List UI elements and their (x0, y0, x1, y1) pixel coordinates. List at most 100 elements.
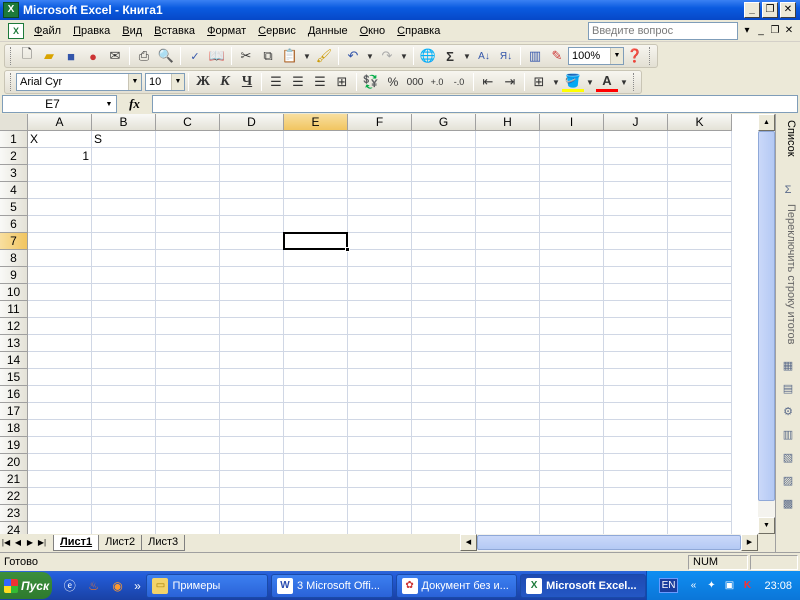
cell-h14[interactable] (476, 352, 540, 369)
cell-e10[interactable] (284, 284, 348, 301)
cell-c20[interactable] (156, 454, 220, 471)
task-button-excel[interactable]: X Microsoft Excel... (520, 573, 646, 598)
cell-e11[interactable] (284, 301, 348, 318)
cell-b3[interactable] (92, 165, 156, 182)
cell-d6[interactable] (220, 216, 284, 233)
cell-b12[interactable] (92, 318, 156, 335)
cell-e24[interactable] (284, 522, 348, 534)
column-header-a[interactable]: A (28, 114, 92, 131)
cell-k21[interactable] (668, 471, 732, 488)
cell-h4[interactable] (476, 182, 540, 199)
undo-dropdown-icon[interactable]: ▼ (364, 46, 376, 66)
cell-e6[interactable] (284, 216, 348, 233)
cell-k15[interactable] (668, 369, 732, 386)
row-header-10[interactable]: 10 (0, 284, 28, 301)
permission-icon[interactable]: ● (82, 46, 104, 66)
cell-c14[interactable] (156, 352, 220, 369)
cell-c24[interactable] (156, 522, 220, 534)
cell-g4[interactable] (412, 182, 476, 199)
cell-e8[interactable] (284, 250, 348, 267)
cell-e13[interactable] (284, 335, 348, 352)
cell-d13[interactable] (220, 335, 284, 352)
cell-d7[interactable] (220, 233, 284, 250)
cell-i3[interactable] (540, 165, 604, 182)
cell-f4[interactable] (348, 182, 412, 199)
sheet-tab-1[interactable]: Лист1 (53, 534, 100, 551)
cell-c3[interactable] (156, 165, 220, 182)
italic-button[interactable]: К (214, 72, 236, 92)
cell-a13[interactable] (28, 335, 92, 352)
cell-h11[interactable] (476, 301, 540, 318)
fire-icon[interactable]: ♨ (84, 576, 104, 596)
cell-h17[interactable] (476, 403, 540, 420)
decrease-indent-icon[interactable]: ⇤ (477, 72, 499, 92)
cell-c4[interactable] (156, 182, 220, 199)
cell-k14[interactable] (668, 352, 732, 369)
autosum-icon[interactable]: Σ (439, 46, 461, 66)
cell-d15[interactable] (220, 369, 284, 386)
cell-a16[interactable] (28, 386, 92, 403)
doc-minimize-button[interactable]: _ (754, 25, 768, 36)
cell-i15[interactable] (540, 369, 604, 386)
cell-g20[interactable] (412, 454, 476, 471)
cell-a17[interactable] (28, 403, 92, 420)
print-icon[interactable]: ⎙ (133, 46, 155, 66)
cell-k4[interactable] (668, 182, 732, 199)
cell-c16[interactable] (156, 386, 220, 403)
row-header-16[interactable]: 16 (0, 386, 28, 403)
cell-a4[interactable] (28, 182, 92, 199)
cell-h10[interactable] (476, 284, 540, 301)
cell-c7[interactable] (156, 233, 220, 250)
open-folder-icon[interactable]: ▰ (38, 46, 60, 66)
workbook-icon[interactable]: X (8, 22, 24, 39)
cell-h15[interactable] (476, 369, 540, 386)
insert-function-button[interactable]: fx (117, 96, 152, 112)
cell-k11[interactable] (668, 301, 732, 318)
cell-j2[interactable] (604, 148, 668, 165)
currency-icon[interactable]: 💱 (360, 72, 382, 92)
cell-d16[interactable] (220, 386, 284, 403)
cell-d18[interactable] (220, 420, 284, 437)
prev-sheet-button[interactable]: ◀ (12, 538, 24, 547)
cell-a21[interactable] (28, 471, 92, 488)
cell-h20[interactable] (476, 454, 540, 471)
cell-g24[interactable] (412, 522, 476, 534)
cell-k1[interactable] (668, 131, 732, 148)
vertical-scroll-thumb[interactable] (758, 131, 775, 501)
cell-e4[interactable] (284, 182, 348, 199)
ask-question-input[interactable]: Введите вопрос (588, 21, 738, 40)
ie-browser-icon[interactable]: ⓔ (60, 576, 80, 596)
redo-icon[interactable]: ↷ (376, 46, 398, 66)
fill-color-dropdown-icon[interactable]: ▼ (584, 72, 596, 92)
cell-b6[interactable] (92, 216, 156, 233)
cell-a20[interactable] (28, 454, 92, 471)
cell-i6[interactable] (540, 216, 604, 233)
chevron-down-icon[interactable]: ▼ (610, 48, 623, 64)
research-icon[interactable]: 📖 (206, 46, 228, 66)
cell-a2[interactable]: 1 (28, 148, 92, 165)
sort-ascending-icon[interactable]: A↓ (473, 46, 495, 66)
cell-b9[interactable] (92, 267, 156, 284)
vertical-scrollbar[interactable]: ▲ ▼ (758, 114, 775, 534)
horizontal-scroll-thumb[interactable] (477, 535, 741, 550)
cell-j16[interactable] (604, 386, 668, 403)
task-button-folder[interactable]: ▭ Примеры (146, 573, 268, 598)
cell-c13[interactable] (156, 335, 220, 352)
cell-i4[interactable] (540, 182, 604, 199)
cell-d19[interactable] (220, 437, 284, 454)
name-box[interactable]: E7 ▼ (2, 95, 117, 113)
row-header-20[interactable]: 20 (0, 454, 28, 471)
row-header-18[interactable]: 18 (0, 420, 28, 437)
cell-h3[interactable] (476, 165, 540, 182)
cell-a6[interactable] (28, 216, 92, 233)
cell-k7[interactable] (668, 233, 732, 250)
cell-e15[interactable] (284, 369, 348, 386)
align-right-icon[interactable]: ☰ (309, 72, 331, 92)
cell-a3[interactable] (28, 165, 92, 182)
cell-i22[interactable] (540, 488, 604, 505)
chevron-down-icon[interactable]: ▼ (102, 101, 116, 108)
cell-c22[interactable] (156, 488, 220, 505)
cell-j20[interactable] (604, 454, 668, 471)
cell-f17[interactable] (348, 403, 412, 420)
start-button[interactable]: Пуск (0, 572, 52, 599)
